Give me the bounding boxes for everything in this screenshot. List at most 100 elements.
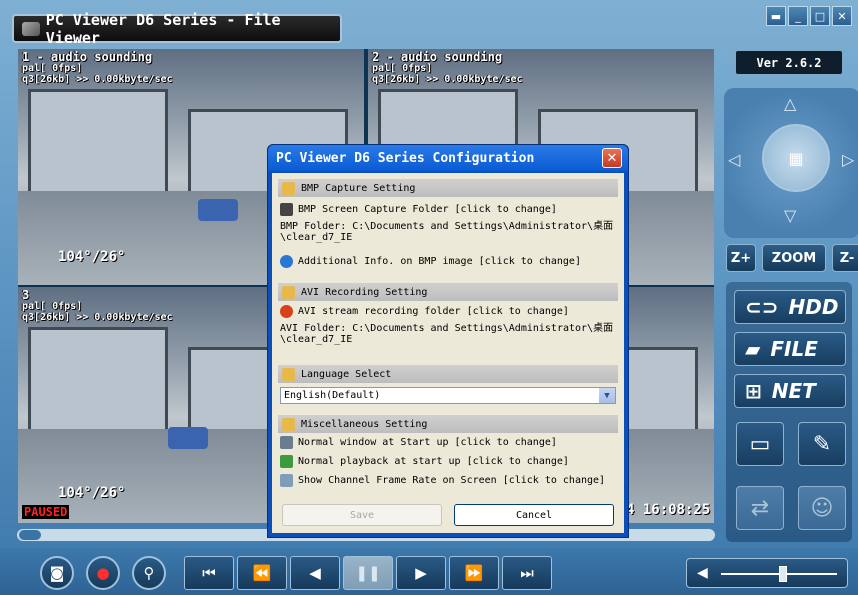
open-folder-button[interactable]: ▭ (736, 422, 784, 466)
cam-name: 1 - audio sounding (22, 50, 153, 64)
hdd-icon: ⊂⊃ (745, 295, 779, 319)
pan-left-icon[interactable]: ◁ (728, 150, 740, 169)
wrench-icon (282, 367, 295, 381)
file-label: FILE (770, 337, 818, 361)
save-button[interactable]: Save (282, 504, 442, 526)
settings-button[interactable]: ✎ (798, 422, 846, 466)
wrench-icon (282, 417, 295, 431)
avi-folder-path: AVI Folder: C:\Documents and Settings\Ad… (280, 323, 614, 334)
language-select[interactable]: English(Default) ▼ (280, 387, 616, 404)
restore-icon[interactable]: ▬ (766, 6, 786, 26)
option-label: Show Channel Frame Rate on Screen [click… (298, 475, 606, 486)
clock-label: 4 16:08:25 (626, 502, 711, 518)
dialog-body: BMP Capture Setting BMP Screen Capture F… (272, 173, 624, 533)
close-button[interactable]: ✕ (832, 6, 852, 26)
wrench-icon (282, 285, 295, 299)
search-icon: ⚲ (143, 564, 155, 582)
user-icon: ☺ (810, 495, 834, 521)
avi-folder-label: AVI stream recording folder [click to ch… (298, 306, 569, 317)
chevron-down-icon[interactable]: ▼ (599, 388, 615, 403)
export-button[interactable]: ⇄ (736, 486, 784, 530)
bmp-folder-path: BMP Folder: C:\Documents and Settings\Ad… (280, 221, 614, 232)
record-icon: ● (96, 564, 110, 582)
file-button[interactable]: ▰ FILE (734, 332, 846, 366)
bmp-info-label: Additional Info. on BMP image [click to … (298, 256, 581, 267)
camera-icon (280, 203, 293, 216)
net-button[interactable]: ⊞ NET (734, 374, 846, 408)
paused-label: PAUSED (22, 505, 70, 519)
language-value: English(Default) (284, 390, 381, 401)
window-title: PC Viewer D6 Series - File Viewer (45, 10, 281, 47)
zoom-controls: Z+ ZOOM Z- (726, 244, 858, 272)
grid-icon: ▦ (788, 148, 804, 168)
zoom-out-button[interactable]: Z- (832, 244, 858, 272)
info-icon (280, 255, 293, 268)
play-icon: ▶ (415, 564, 427, 582)
cam-fps: pal[ 0fps] (372, 63, 433, 74)
cancel-button[interactable]: Cancel (454, 504, 614, 526)
pan-down-icon[interactable]: ▽ (784, 206, 796, 225)
avi-folder-path-2: \clear_d7_IE (280, 334, 353, 345)
skip-start-icon: ⏮ (202, 564, 216, 582)
minimize-button[interactable]: _ (788, 6, 808, 26)
cam-rate: q3[26kb] >> 0.00kbyte/sec (372, 74, 523, 85)
maximize-button[interactable]: □ (810, 6, 830, 26)
normal-playback-option[interactable]: Normal playback at start up [click to ch… (280, 455, 569, 468)
cam-temp: 104°/26° (58, 249, 126, 265)
layers-icon (280, 474, 293, 487)
step-back-button[interactable]: ◀ (290, 556, 340, 590)
speaker-icon: ◀ (697, 565, 708, 581)
config-dialog: PC Viewer D6 Series Configuration ✕ BMP … (267, 144, 629, 538)
play-button[interactable]: ▶ (396, 556, 446, 590)
wrench-icon: ✎ (812, 431, 832, 457)
export-icon: ⇄ (750, 495, 770, 521)
record-button[interactable]: ● (86, 556, 120, 590)
bmp-info-button[interactable]: Additional Info. on BMP image [click to … (280, 255, 581, 268)
bmp-folder-label: BMP Screen Capture Folder [click to chan… (298, 204, 557, 215)
progress-thumb[interactable] (19, 530, 41, 540)
hdd-label: HDD (788, 295, 839, 319)
frame-rate-option[interactable]: Show Channel Frame Rate on Screen [click… (280, 474, 605, 487)
bmp-section-header: BMP Capture Setting (278, 179, 618, 197)
cam-fps: pal[ 0fps] (22, 301, 83, 312)
volume-thumb[interactable] (779, 566, 787, 582)
avi-folder-button[interactable]: AVI stream recording folder [click to ch… (280, 305, 569, 318)
normal-window-option[interactable]: Normal window at Start up [click to chan… (280, 436, 557, 449)
cam-name: 3 (22, 288, 30, 302)
snapshot-button[interactable]: ◙ (40, 556, 74, 590)
pause-button[interactable]: ❚❚ (343, 556, 393, 590)
cam-fps: pal[ 0fps] (22, 63, 83, 74)
window-icon (280, 436, 293, 449)
app-logo-icon (22, 21, 40, 36)
bmp-folder-button[interactable]: BMP Screen Capture Folder [click to chan… (280, 203, 557, 216)
misc-section-header: Miscellaneous Setting (278, 415, 618, 433)
hdd-button[interactable]: ⊂⊃ HDD (734, 290, 846, 324)
zoom-label: ZOOM (762, 244, 826, 272)
volume-control[interactable]: ◀ (686, 558, 848, 588)
cam-temp: 104°/26° (58, 485, 126, 501)
cam-rate: q3[26kb] >> 0.00kbyte/sec (22, 312, 173, 323)
option-label: Normal playback at start up [click to ch… (298, 456, 569, 467)
zoom-in-button[interactable]: Z+ (726, 244, 756, 272)
fast-forward-icon: ⏩ (464, 564, 484, 582)
rewind-button[interactable]: ⏪ (237, 556, 287, 590)
net-label: NET (771, 379, 816, 403)
user-button[interactable]: ☺ (798, 486, 846, 530)
skip-start-button[interactable]: ⏮ (184, 556, 234, 590)
bmp-folder-path-2: \clear_d7_IE (280, 232, 353, 243)
version-label: Ver 2.6.2 (734, 49, 844, 76)
cam-name: 2 - audio sounding (372, 50, 503, 64)
dialog-close-button[interactable]: ✕ (602, 148, 622, 168)
folder-icon: ▰ (745, 337, 761, 361)
open-folder-icon: ▭ (749, 431, 771, 457)
network-icon: ⊞ (745, 379, 762, 403)
pan-right-icon[interactable]: ▷ (842, 150, 854, 169)
pan-up-icon[interactable]: △ (784, 94, 796, 113)
fast-forward-button[interactable]: ⏩ (449, 556, 499, 590)
search-button[interactable]: ⚲ (132, 556, 166, 590)
wrench-icon (282, 181, 295, 195)
rewind-icon: ⏪ (252, 564, 272, 582)
title-bar: PC Viewer D6 Series - File Viewer (12, 11, 342, 47)
window-controls: ▬ _ □ ✕ (766, 6, 852, 26)
skip-end-button[interactable]: ⏭ (502, 556, 552, 590)
